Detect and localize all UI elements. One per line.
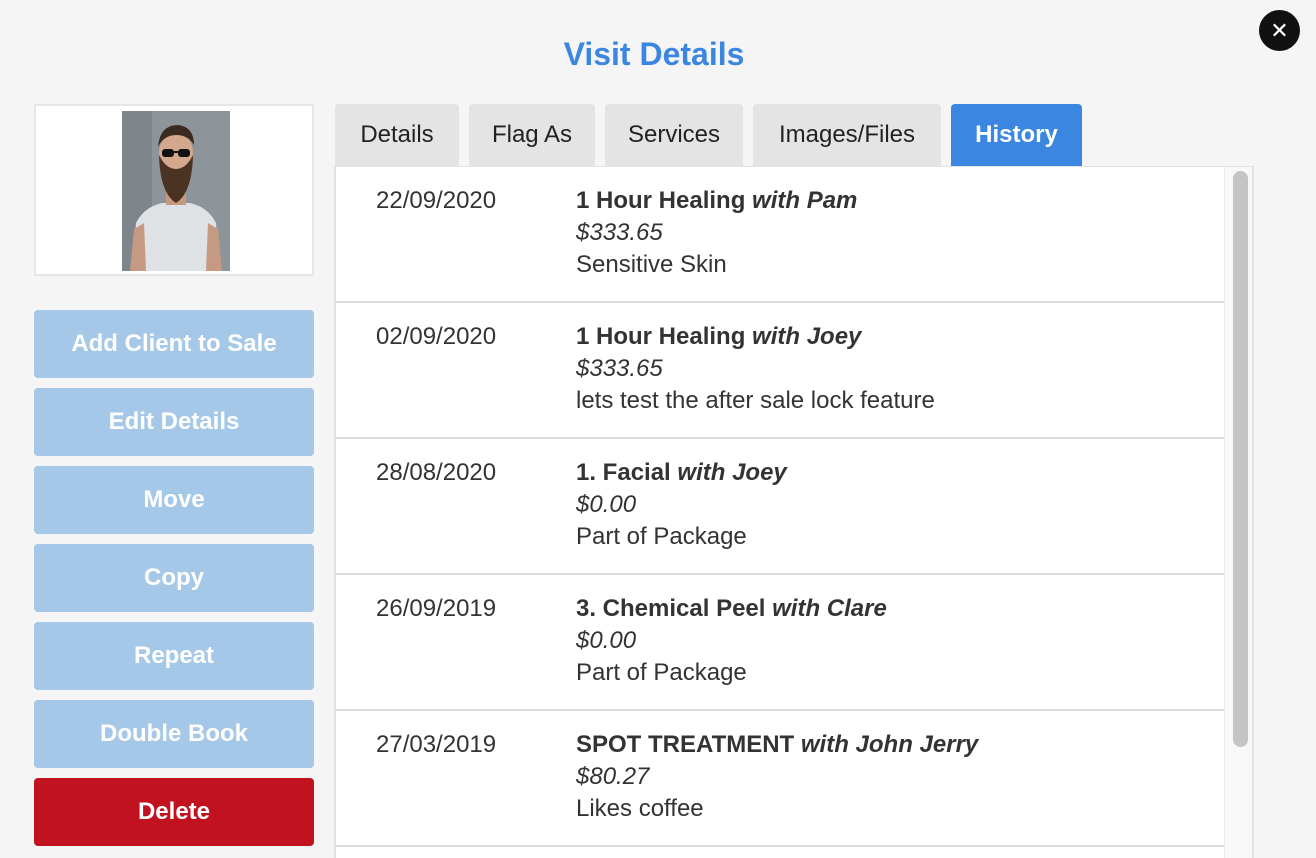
history-date: 02/09/2020 — [376, 323, 497, 350]
history-date: 27/03/2019 — [376, 731, 497, 758]
history-service-line: 1 Hour Healing with Joey — [576, 323, 861, 351]
tab-details[interactable]: Details — [335, 104, 459, 166]
history-service-line: 1 Hour Healing with Pam — [576, 187, 857, 215]
repeat-button[interactable]: Repeat — [34, 622, 314, 690]
move-button[interactable]: Move — [34, 466, 314, 534]
history-scrollbar[interactable] — [1224, 167, 1252, 858]
history-service-name: SPOT TREATMENT — [576, 731, 795, 758]
history-list: 22/09/2020 1 Hour Healing with Pam $333.65… — [336, 167, 1252, 847]
history-date: 26/09/2019 — [376, 595, 497, 622]
history-staff: with Pam — [752, 187, 858, 214]
delete-button[interactable]: Delete — [34, 778, 314, 846]
history-row[interactable]: 26/09/2019 3. Chemical Peel with Clare $0.… — [336, 575, 1224, 711]
history-price: $333.65 — [576, 219, 663, 246]
history-staff: with Clare — [772, 595, 887, 622]
history-staff: with John Jerry — [800, 731, 979, 758]
tab-history[interactable]: History — [951, 104, 1082, 166]
dialog-title: Visit Details — [563, 36, 745, 72]
history-note: Likes coffee — [576, 795, 704, 822]
history-panel[interactable]: 22/09/2020 1 Hour Healing with Pam $333.65… — [334, 166, 1254, 858]
tab-flag-as[interactable]: Flag As — [469, 104, 595, 166]
history-service-name: 1 Hour Healing — [576, 323, 746, 350]
copy-button[interactable]: Copy — [34, 544, 314, 612]
add-client-to-sale-button[interactable]: Add Client to Sale — [34, 310, 314, 378]
history-note: Sensitive Skin — [576, 251, 727, 278]
double-book-button[interactable]: Double Book — [34, 700, 314, 768]
history-price: $333.65 — [576, 355, 663, 382]
history-service-line: 3. Chemical Peel with Clare — [576, 595, 887, 623]
history-note: Part of Package — [576, 523, 747, 550]
history-note: lets test the after sale lock feature — [576, 387, 935, 414]
edit-details-button[interactable]: Edit Details — [34, 388, 314, 456]
history-date: 28/08/2020 — [376, 459, 497, 486]
history-price: $0.00 — [576, 627, 637, 654]
history-service-line: 1. Facial with Joey — [576, 459, 787, 487]
history-date: 22/09/2020 — [376, 187, 497, 214]
history-row[interactable]: 22/09/2020 1 Hour Healing with Pam $333.65… — [336, 167, 1224, 303]
history-note: Part of Package — [576, 659, 747, 686]
close-icon[interactable]: ✕ — [1259, 10, 1300, 51]
history-row[interactable]: 02/09/2020 1 Hour Healing with Joey $333.6… — [336, 303, 1224, 439]
history-price: $80.27 — [576, 763, 650, 790]
client-photo-frame — [34, 104, 314, 276]
history-service-line: SPOT TREATMENT with John Jerry — [576, 731, 978, 759]
history-staff: with Joey — [677, 459, 787, 486]
history-staff: with Joey — [752, 323, 862, 350]
history-service-name: 3. Chemical Peel — [576, 595, 766, 622]
history-row[interactable]: 27/03/2019 SPOT TREATMENT with John Jerry… — [336, 711, 1224, 847]
tab-images-files[interactable]: Images/Files — [753, 104, 941, 166]
tab-services[interactable]: Services — [605, 104, 743, 166]
history-service-name: 1. Facial — [576, 459, 671, 486]
scrollbar-thumb[interactable] — [1233, 171, 1248, 747]
client-photo — [122, 111, 230, 271]
history-service-name: 1 Hour Healing — [576, 187, 746, 214]
history-price: $0.00 — [576, 491, 637, 518]
history-row[interactable]: 28/08/2020 1. Facial with Joey $0.00 Part o… — [336, 439, 1224, 575]
